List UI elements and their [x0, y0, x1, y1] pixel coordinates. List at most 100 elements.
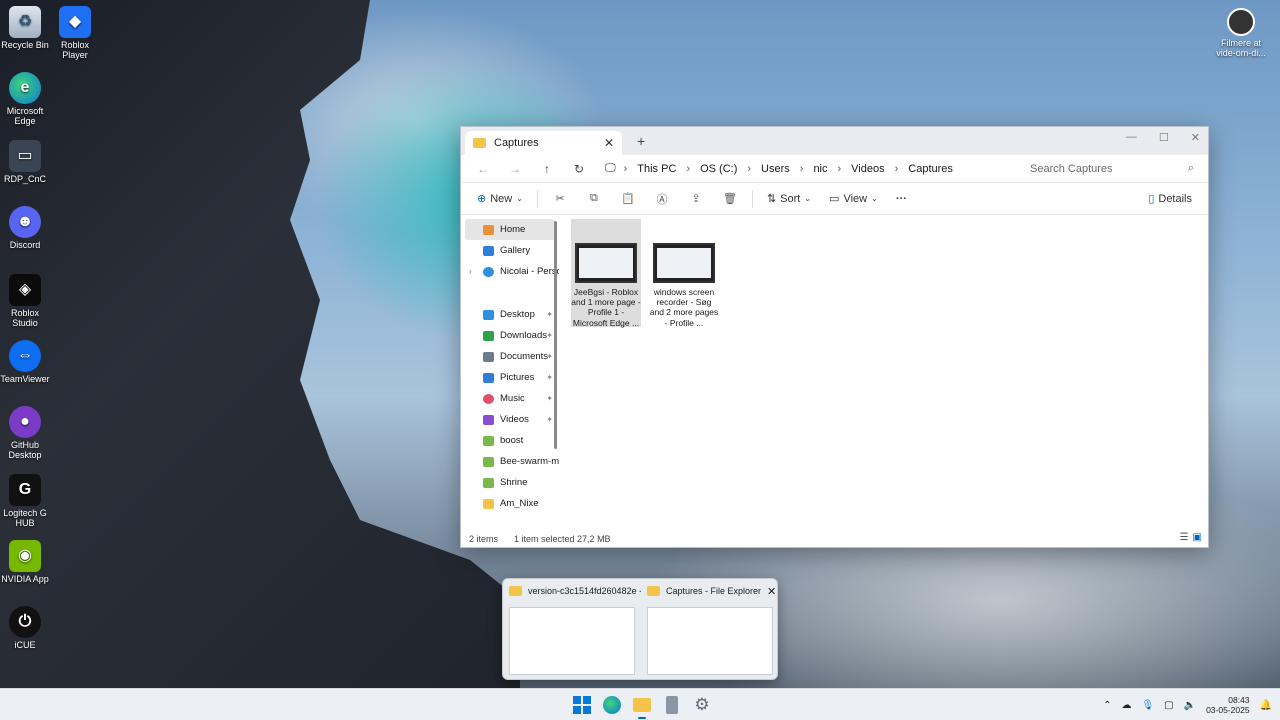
breadcrumb-item[interactable]: nic	[807, 163, 833, 175]
rename-button[interactable]: Ⓐ	[646, 187, 678, 211]
preview-window-captures[interactable]: Captures - File Explorer ✕	[641, 579, 779, 681]
refresh-button[interactable]: ↻	[563, 162, 595, 176]
search-icon: ⌕	[1187, 162, 1194, 174]
microphone-icon[interactable]: 🎙	[1141, 700, 1154, 711]
selection-info: 1 item selected 27,2 MB	[514, 534, 611, 544]
taskbar-notepad[interactable]	[660, 693, 684, 717]
tab-captures[interactable]: Captures ✕	[465, 131, 622, 155]
window-controls: — ☐ ✕	[1126, 131, 1200, 144]
copy-button[interactable]: ⧉	[578, 187, 610, 211]
downloads-icon	[483, 330, 494, 341]
desktop-icon-logitech[interactable]: G Logitech G HUB	[0, 474, 52, 529]
discord-icon: ☻	[9, 206, 41, 238]
taskbar-settings[interactable]: ⚙	[690, 693, 714, 717]
cut-button[interactable]: ✂	[544, 187, 576, 211]
folder-icon	[483, 435, 494, 446]
breadcrumb-item[interactable]: Videos	[845, 163, 890, 175]
taskbar-file-explorer[interactable]	[630, 693, 654, 719]
sort-button[interactable]: ⇅ Sort ⌄	[759, 187, 819, 211]
breadcrumb-item[interactable]: OS (C:)	[694, 163, 743, 175]
command-bar: ⊕ New ⌄ ✂ ⧉ 📋 Ⓐ ⇪ 🗑 ⇅ Sort ⌄ ▭ View ⌄ ··…	[461, 183, 1208, 215]
sidebar-item-downloads[interactable]: Downloads ✦	[461, 325, 559, 346]
clock[interactable]: 08:43 03-05-2025	[1206, 695, 1249, 715]
folder-icon	[509, 586, 522, 596]
sidebar-item-onedrive[interactable]: › Nicolai - Person	[461, 261, 559, 282]
desktop-icon-roblox-player[interactable]: ◆ Roblox Player	[48, 6, 102, 61]
sidebar-item-shrine[interactable]: Shrine	[461, 472, 559, 493]
desktop-icon-github[interactable]: ● GitHub Desktop	[0, 406, 52, 461]
new-tab-button[interactable]: +	[637, 133, 645, 149]
breadcrumb[interactable]: 🖵 › This PC › OS (C:) › Users › nic › Vi…	[601, 156, 1021, 181]
details-view-icon[interactable]: ☰	[1180, 532, 1189, 543]
sidebar-item-am-nixe[interactable]: Am_Nixe	[461, 493, 559, 514]
monitor-icon: 🖵	[605, 162, 616, 174]
minimize-button[interactable]: —	[1126, 131, 1137, 144]
breadcrumb-item[interactable]: Captures	[902, 163, 959, 175]
sidebar-item-videos[interactable]: Videos ✦	[461, 409, 559, 430]
details-pane-button[interactable]: ▯ Details	[1140, 187, 1200, 211]
forward-button[interactable]: →	[499, 162, 531, 176]
desktop-icon-icue[interactable]: ⏻ iCUE	[0, 606, 52, 651]
home-icon	[483, 224, 494, 235]
video-thumbnail	[653, 243, 715, 283]
preview-window-version[interactable]: version-c3c1514fd260482e - Fi...	[503, 579, 641, 681]
sidebar-item-home[interactable]: Home	[465, 219, 555, 240]
wallpaper-cliff	[0, 0, 520, 688]
maximize-button[interactable]: ☐	[1159, 131, 1169, 144]
taskbar-edge[interactable]	[600, 693, 624, 717]
desktop-icon-discord[interactable]: ☻ Discord	[0, 206, 52, 251]
recycle-bin-icon: ♻	[9, 6, 41, 38]
onedrive-icon[interactable]: ☁	[1121, 700, 1131, 711]
view-button[interactable]: ▭ View ⌄	[821, 187, 886, 211]
breadcrumb-item[interactable]: Users	[755, 163, 796, 175]
up-button[interactable]: ↑	[531, 162, 563, 176]
breadcrumb-item[interactable]: This PC	[631, 163, 682, 175]
chevron-down-icon: ⌄	[804, 194, 812, 203]
navigation-pane: Home Gallery › Nicolai - Person Desktop …	[461, 215, 559, 529]
close-icon[interactable]: ✕	[767, 585, 776, 598]
close-tab-icon[interactable]: ✕	[604, 136, 614, 150]
system-tray: ⌃ ☁ 🎙 ▢ 🔈 08:43 03-05-2025 🔔	[1103, 689, 1272, 720]
desktop-icon-teamviewer[interactable]: ⇔ TeamViewer	[0, 340, 52, 385]
back-button[interactable]: ←	[467, 162, 499, 176]
sidebar-item-desktop[interactable]: Desktop ✦	[461, 304, 559, 325]
paste-button[interactable]: 📋	[612, 187, 644, 211]
desktop-icon-video-shortcut[interactable]: Filmere at vide-om-di...	[1214, 8, 1268, 59]
sidebar-item-pictures[interactable]: Pictures ✦	[461, 367, 559, 388]
status-bar: 2 items 1 item selected 27,2 MB ☰ ▣	[461, 529, 1208, 549]
taskbar-thumbnail-preview: version-c3c1514fd260482e - Fi... Capture…	[502, 578, 778, 680]
tab-bar: Captures ✕ + — ☐ ✕	[461, 127, 1208, 155]
sidebar-item-bee-swarm[interactable]: Bee-swarm-mac	[461, 451, 559, 472]
file-item[interactable]: JeeBgsi - Roblox and 1 more page - Profi…	[571, 219, 641, 328]
large-icons-view-icon[interactable]: ▣	[1193, 532, 1202, 543]
music-icon	[483, 393, 494, 404]
search-input[interactable]: Search Captures ⌕	[1022, 157, 1202, 181]
desktop-icon-roblox-studio[interactable]: ◈ Roblox Studio	[0, 274, 52, 329]
notification-bell-icon[interactable]: 🔔	[1260, 700, 1272, 711]
desktop-icon-edge[interactable]: e Microsoft Edge	[0, 72, 52, 127]
more-options-button[interactable]: ···	[888, 187, 915, 211]
file-item[interactable]: windows screen recorder - Søg and 2 more…	[649, 219, 719, 328]
copy-icon: ⧉	[590, 192, 598, 204]
roblox-studio-icon: ◈	[9, 274, 41, 306]
desktop-icon-recycle-bin[interactable]: ♻ Recycle Bin	[0, 6, 52, 51]
scissors-icon: ✂	[555, 193, 565, 205]
share-button[interactable]: ⇪	[680, 187, 712, 211]
sidebar-item-documents[interactable]: Documents ✦	[461, 346, 559, 367]
delete-button[interactable]: 🗑	[714, 187, 746, 211]
desktop-icon-nvidia[interactable]: ◉ NVIDIA App	[0, 540, 52, 585]
monitor-icon: ▭	[9, 140, 41, 172]
close-window-button[interactable]: ✕	[1191, 131, 1200, 144]
desktop-icon-rdp[interactable]: ▭ RDP_CnC	[0, 140, 52, 185]
sidebar-scrollbar[interactable]	[554, 221, 557, 449]
sidebar-item-music[interactable]: Music ✦	[461, 388, 559, 409]
volume-icon[interactable]: 🔈	[1184, 700, 1196, 711]
chevron-up-icon[interactable]: ⌃	[1103, 700, 1111, 711]
start-button[interactable]	[570, 693, 594, 717]
sidebar-item-boost[interactable]: boost	[461, 430, 559, 451]
preview-thumbnail	[509, 607, 635, 675]
new-button[interactable]: ⊕ New ⌄	[469, 187, 531, 211]
sidebar-item-gallery[interactable]: Gallery	[461, 240, 559, 261]
network-icon[interactable]: ▢	[1164, 700, 1173, 711]
pictures-icon	[483, 372, 494, 383]
